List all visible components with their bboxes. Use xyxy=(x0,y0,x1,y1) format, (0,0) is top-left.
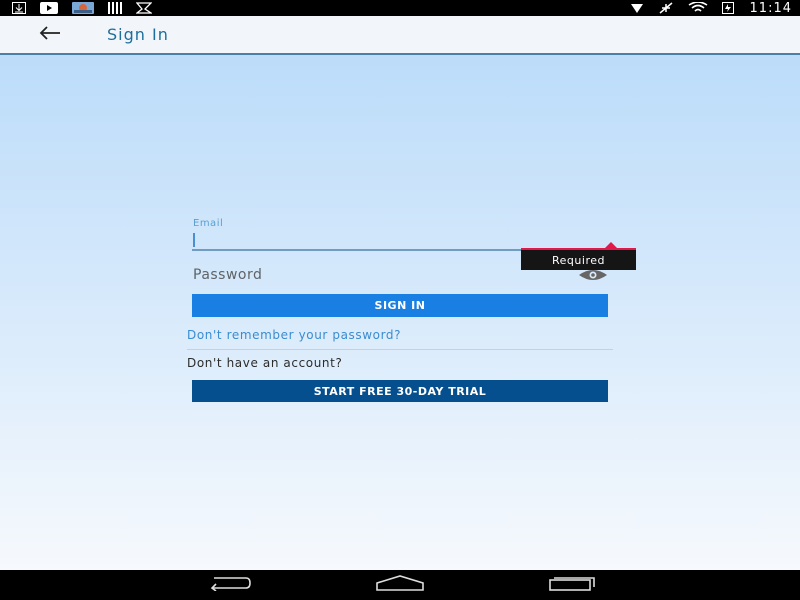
video-icon xyxy=(40,2,58,14)
screen: 11:14 Sign In Email Required SIGN IN Don… xyxy=(0,0,800,600)
app-bar: Sign In xyxy=(0,16,800,55)
show-password-button[interactable] xyxy=(577,267,609,283)
sign-in-content: Email Required SIGN IN Don't remember yo… xyxy=(0,55,800,570)
password-field[interactable] xyxy=(192,264,572,286)
forgot-password-link[interactable]: Don't remember your password? xyxy=(187,328,401,342)
text-cursor xyxy=(193,233,195,247)
recents-nav-icon xyxy=(548,575,596,595)
nav-recents-button[interactable] xyxy=(544,574,600,596)
status-bar: 11:14 xyxy=(0,0,800,16)
barcode-icon xyxy=(108,2,122,14)
status-bar-notifications xyxy=(12,2,152,14)
back-nav-icon xyxy=(206,575,252,595)
home-nav-icon xyxy=(375,575,425,595)
back-arrow-icon xyxy=(39,25,61,44)
start-trial-button[interactable]: START FREE 30-DAY TRIAL xyxy=(192,380,608,402)
navigation-bar xyxy=(0,570,800,600)
eye-icon xyxy=(578,266,608,285)
download-icon xyxy=(12,2,26,14)
error-indicator-caret xyxy=(605,242,617,248)
wifi-icon xyxy=(688,2,708,14)
status-bar-system: 11:14 xyxy=(630,1,792,16)
photo-icon xyxy=(72,2,94,14)
sign-in-button[interactable]: SIGN IN xyxy=(192,294,608,317)
status-bar-time: 11:14 xyxy=(749,0,792,16)
divider xyxy=(187,349,613,350)
battery-charging-icon xyxy=(721,2,734,14)
nav-home-button[interactable] xyxy=(372,574,428,596)
signal-icon xyxy=(630,2,644,14)
mail-icon xyxy=(136,2,152,14)
back-button[interactable] xyxy=(26,15,74,54)
nav-back-button[interactable] xyxy=(201,574,257,596)
no-account-text: Don't have an account? xyxy=(187,356,343,370)
email-label: Email xyxy=(193,218,224,229)
page-title: Sign In xyxy=(107,25,169,44)
airplane-mode-icon xyxy=(658,2,674,14)
